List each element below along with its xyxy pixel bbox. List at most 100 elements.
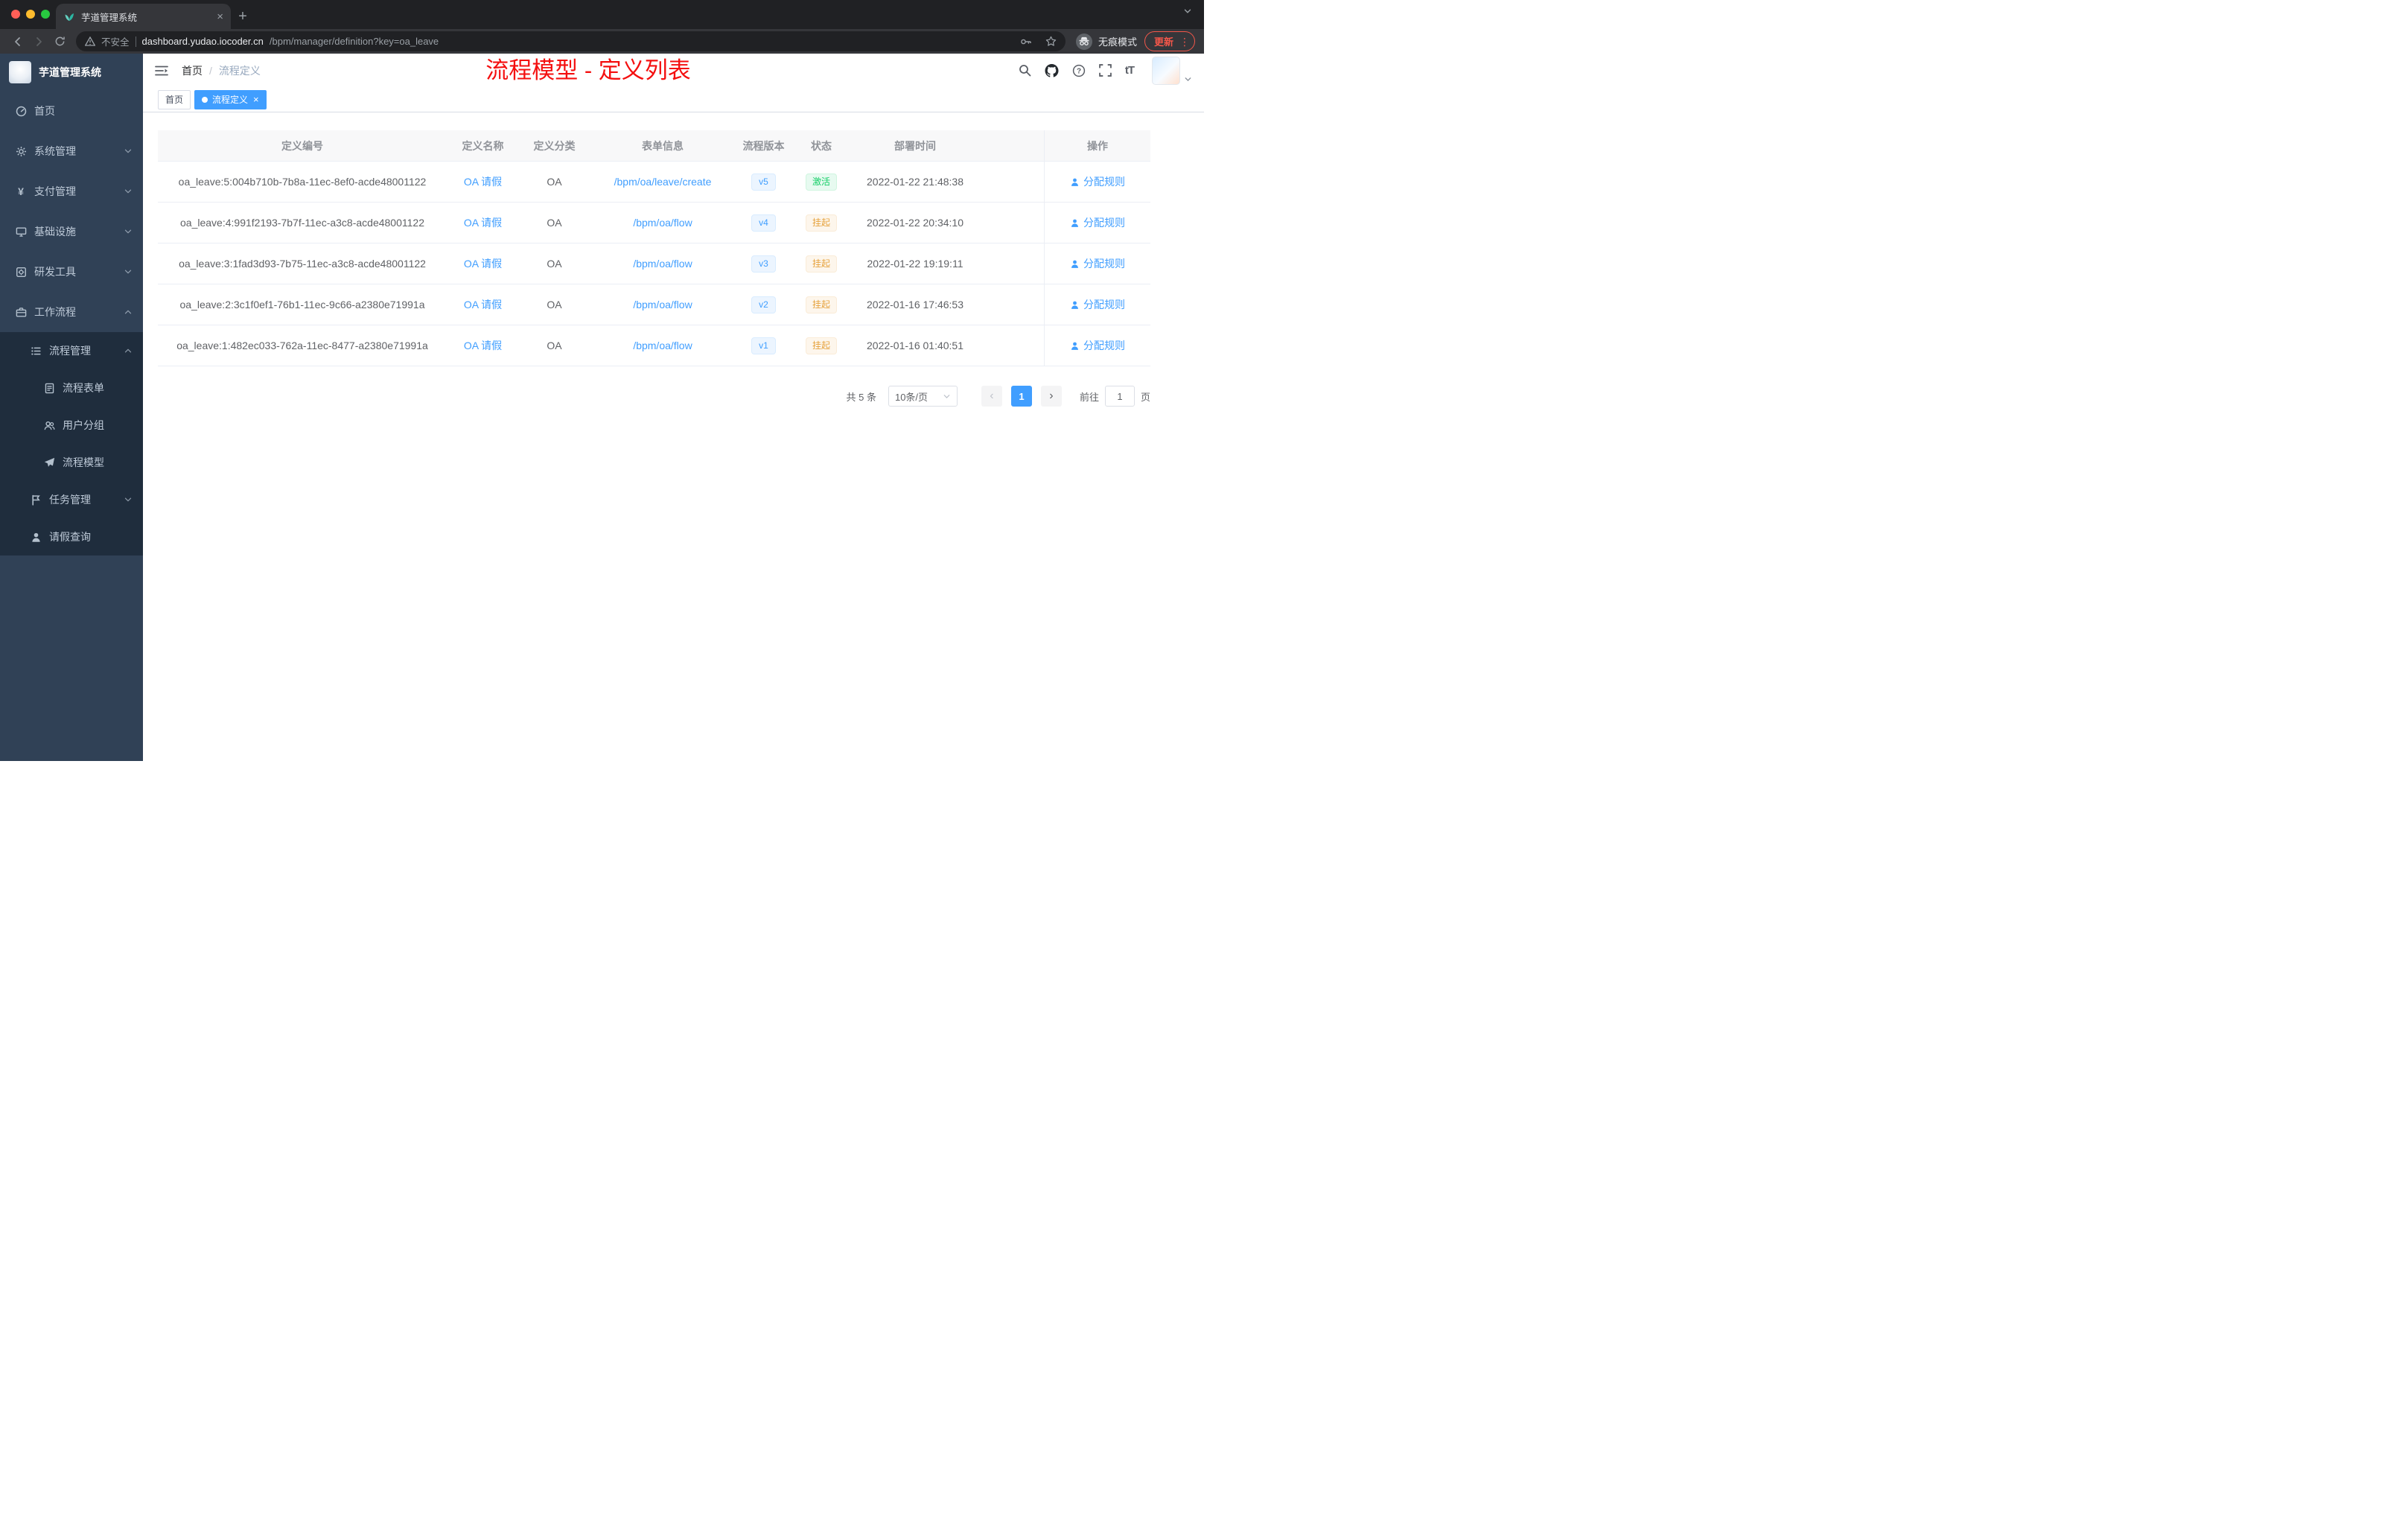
browser-chrome: 芋道管理系统 × + 不安全 dashboard.yudao.iocoder.c… bbox=[0, 0, 1204, 54]
form-link[interactable]: /bpm/oa/flow bbox=[633, 258, 692, 270]
table-row: oa_leave:3:1fad3d93-7b75-11ec-a3c8-acde4… bbox=[158, 243, 1150, 284]
table-row: oa_leave:2:3c1f0ef1-76b1-11ec-9c66-a2380… bbox=[158, 284, 1150, 325]
cell-deploy-time: 2022-01-22 21:48:38 bbox=[867, 176, 963, 188]
new-tab-button[interactable]: + bbox=[231, 4, 255, 29]
close-window-button[interactable] bbox=[11, 10, 20, 19]
avatar[interactable] bbox=[1152, 56, 1180, 85]
definition-name-link[interactable]: OA 请假 bbox=[464, 174, 502, 189]
goto-page-input[interactable] bbox=[1104, 386, 1135, 407]
assign-rule-link[interactable]: 分配规则 bbox=[1070, 215, 1125, 230]
page-annotation: 流程模型 - 定义列表 bbox=[485, 57, 691, 83]
help-icon[interactable]: ? bbox=[1072, 64, 1086, 77]
breadcrumb-home[interactable]: 首页 bbox=[182, 63, 203, 78]
view-tag[interactable]: 流程定义 × bbox=[194, 89, 267, 109]
cell-deploy-time: 2022-01-16 17:46:53 bbox=[867, 299, 963, 311]
next-page-button[interactable]: › bbox=[1040, 386, 1062, 407]
definition-table: 定义编号 定义名称 定义分类 表单信息 流程版本 状态 部署时间 操作 oa_leave:5:… bbox=[158, 130, 1150, 366]
definition-name-link[interactable]: OA 请假 bbox=[464, 215, 502, 230]
zoom-window-button[interactable] bbox=[41, 10, 50, 19]
github-icon[interactable] bbox=[1045, 63, 1059, 77]
forward-button[interactable] bbox=[28, 31, 49, 52]
paper-plane-icon bbox=[43, 457, 55, 468]
sidebar-item-label: 支付管理 bbox=[34, 185, 76, 197]
update-button[interactable]: 更新 ⋮ bbox=[1144, 31, 1195, 51]
page-size-select[interactable]: 10条/页 bbox=[888, 386, 958, 407]
search-icon[interactable] bbox=[1019, 64, 1031, 77]
content-area: 定义编号 定义名称 定义分类 表单信息 流程版本 状态 部署时间 操作 oa_leave:5:… bbox=[143, 112, 1204, 761]
breadcrumb-current: 流程定义 bbox=[218, 64, 261, 77]
sidebar-item-process-model[interactable]: 流程模型 bbox=[0, 444, 143, 481]
sidebar-item-leave-query[interactable]: 请假查询 bbox=[0, 518, 143, 555]
incognito-badge: 无痕模式 bbox=[1075, 33, 1137, 50]
column-header: 表单信息 bbox=[642, 139, 684, 152]
active-dot-icon bbox=[202, 96, 208, 103]
minimize-window-button[interactable] bbox=[26, 10, 35, 19]
version-tag: v5 bbox=[751, 173, 776, 191]
browser-tab[interactable]: 芋道管理系统 × bbox=[56, 4, 231, 29]
font-size-icon[interactable]: tT bbox=[1125, 64, 1135, 77]
table-row: oa_leave:1:482ec033-762a-11ec-8477-a2380… bbox=[158, 325, 1150, 366]
table-row: oa_leave:5:004b710b-7b8a-11ec-8ef0-acde4… bbox=[158, 162, 1150, 203]
sidebar-item-workflow[interactable]: 工作流程 bbox=[0, 292, 143, 332]
back-button[interactable] bbox=[7, 31, 28, 52]
sidebar-logo[interactable]: 芋道管理系统 bbox=[0, 54, 143, 91]
not-secure-warning-icon bbox=[85, 36, 95, 46]
assign-rule-link[interactable]: 分配规则 bbox=[1070, 174, 1125, 189]
form-link[interactable]: /bpm/oa/flow bbox=[633, 217, 692, 229]
sidebar-item-infrastructure[interactable]: 基础设施 bbox=[0, 211, 143, 252]
sidebar-item-home[interactable]: 首页 bbox=[0, 91, 143, 131]
cell-deploy-time: 2022-01-16 01:40:51 bbox=[867, 340, 963, 351]
sidebar-item-process-form[interactable]: 流程表单 bbox=[0, 369, 143, 407]
page-number-button[interactable]: 1 bbox=[1010, 386, 1032, 407]
sidebar-item-system-management[interactable]: 系统管理 bbox=[0, 131, 143, 171]
browser-menu-kebab-icon[interactable]: ⋮ bbox=[1179, 36, 1190, 47]
cell-definition-id: oa_leave:5:004b710b-7b8a-11ec-8ef0-acde4… bbox=[178, 176, 427, 188]
close-tab-icon[interactable]: × bbox=[217, 10, 223, 23]
view-tag[interactable]: 首页 bbox=[158, 89, 191, 109]
form-link[interactable]: /bpm/oa/flow bbox=[633, 299, 692, 311]
update-label: 更新 bbox=[1153, 36, 1173, 48]
password-key-icon[interactable] bbox=[1016, 32, 1036, 51]
sidebar-item-user-group[interactable]: 用户分组 bbox=[0, 407, 143, 444]
status-badge: 激活 bbox=[805, 173, 837, 191]
cell-deploy-time: 2022-01-22 19:19:11 bbox=[867, 258, 963, 270]
not-secure-label[interactable]: 不安全 bbox=[101, 34, 130, 48]
bookmark-star-icon[interactable] bbox=[1042, 32, 1061, 51]
prev-page-button[interactable]: ‹ bbox=[981, 386, 1002, 407]
sidebar-item-label: 工作流程 bbox=[34, 306, 76, 318]
form-link[interactable]: /bpm/oa/leave/create bbox=[614, 176, 712, 188]
definition-name-link[interactable]: OA 请假 bbox=[464, 256, 502, 271]
definition-name-link[interactable]: OA 请假 bbox=[464, 338, 502, 353]
column-header: 流程版本 bbox=[742, 139, 785, 152]
tab-search-icon[interactable] bbox=[1183, 7, 1192, 16]
tab-title: 芋道管理系统 bbox=[81, 12, 138, 23]
toolbox-icon bbox=[15, 267, 27, 278]
user-menu[interactable] bbox=[1152, 56, 1192, 85]
column-header: 操作 bbox=[1044, 130, 1150, 161]
sidebar-menu: 首页 系统管理 ¥ 支付管理 基础设施研发工具工作流程流程管理 流程表单 用户分组流程模型任… bbox=[0, 91, 143, 555]
sidebar-item-process-management[interactable]: 流程管理 bbox=[0, 332, 143, 369]
pagination: 共 5 条 10条/页 ‹ 1 › 前往 页 bbox=[158, 386, 1150, 407]
sidebar-item-payment-management[interactable]: ¥ 支付管理 bbox=[0, 171, 143, 211]
address-bar[interactable]: 不安全 dashboard.yudao.iocoder.cn /bpm/mana… bbox=[76, 31, 1066, 51]
reload-button[interactable] bbox=[49, 31, 70, 52]
definition-name-link[interactable]: OA 请假 bbox=[464, 297, 502, 312]
assign-rule-link[interactable]: 分配规则 bbox=[1070, 338, 1125, 353]
form-link[interactable]: /bpm/oa/flow bbox=[633, 340, 692, 351]
column-header: 定义名称 bbox=[462, 139, 504, 152]
assign-rule-link[interactable]: 分配规则 bbox=[1070, 256, 1125, 271]
chevron-down-icon bbox=[124, 267, 133, 276]
app-title: 芋道管理系统 bbox=[39, 66, 101, 78]
fullscreen-icon[interactable] bbox=[1098, 64, 1112, 77]
sidebar-item-label: 流程模型 bbox=[63, 456, 104, 468]
browser-toolbar: 不安全 dashboard.yudao.iocoder.cn /bpm/mana… bbox=[0, 29, 1204, 54]
sidebar-item-label: 研发工具 bbox=[34, 266, 76, 278]
sidebar-item-dev-tools[interactable]: 研发工具 bbox=[0, 252, 143, 292]
chevron-down-icon bbox=[124, 147, 133, 156]
assign-rule-link[interactable]: 分配规则 bbox=[1070, 297, 1125, 312]
form-icon bbox=[43, 383, 55, 394]
close-icon[interactable]: × bbox=[253, 95, 259, 104]
sidebar-item-task-management[interactable]: 任务管理 bbox=[0, 481, 143, 518]
sidebar-toggle[interactable] bbox=[155, 65, 168, 77]
goto-label: 前往 bbox=[1079, 391, 1099, 403]
